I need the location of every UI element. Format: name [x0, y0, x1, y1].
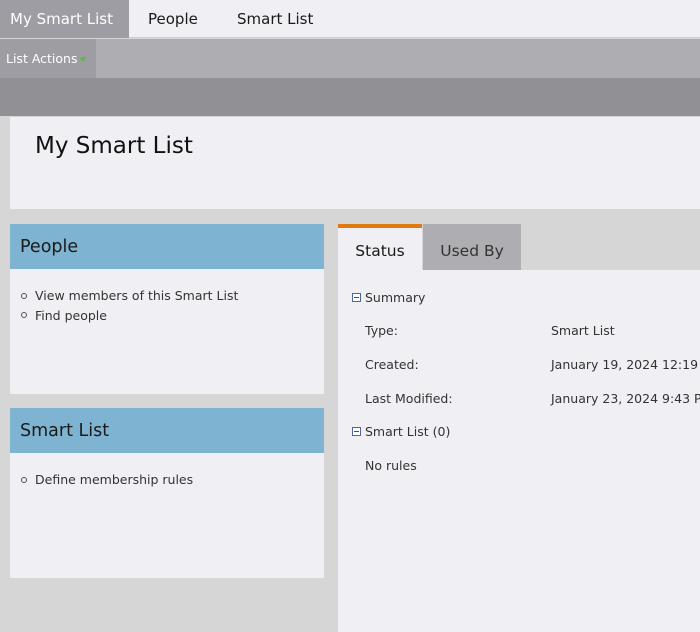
title-panel: My Smart List [10, 117, 700, 209]
tab-label: Used By [440, 242, 504, 260]
link-label: Define membership rules [35, 472, 194, 488]
list-actions-button[interactable]: List Actions [0, 39, 96, 78]
no-rules-text: No rules [365, 458, 417, 473]
define-membership-rules-link[interactable]: Define membership rules [21, 470, 324, 490]
detail-panel: Status Used By Summary Type: Smart List … [338, 224, 700, 632]
last-modified-label: Last Modified: [365, 391, 453, 406]
bullet-icon [21, 476, 27, 483]
link-label: Find people [35, 307, 107, 323]
last-modified-value: January 23, 2024 9:43 PM [551, 391, 700, 406]
section-heading: Summary [365, 290, 426, 305]
people-card-header: People [10, 224, 324, 269]
tab-label: People [148, 10, 198, 28]
people-card: People View members of this Smart List F… [10, 224, 324, 394]
tab-label: Smart List [237, 10, 314, 28]
detail-tab-bar: Status Used By [338, 224, 700, 270]
type-value: Smart List [551, 323, 615, 338]
tab-label: My Smart List [10, 10, 113, 28]
section-heading: Smart List (0) [365, 424, 451, 439]
view-members-link[interactable]: View members of this Smart List [21, 286, 324, 306]
collapse-icon [352, 293, 361, 302]
smart-list-card-header: Smart List [10, 408, 324, 453]
bullet-icon [21, 292, 27, 299]
list-actions-label: List Actions [6, 51, 78, 66]
people-action-list: View members of this Smart List Find peo… [10, 269, 324, 325]
page-title: My Smart List [35, 133, 193, 159]
tab-people[interactable]: People [148, 0, 198, 38]
smart-list-card: Smart List Define membership rules [10, 408, 324, 578]
dropdown-arrow-icon [79, 57, 88, 62]
header-band [0, 78, 700, 116]
smart-list-section-toggle[interactable]: Smart List (0) [352, 424, 450, 439]
tab-smart-list[interactable]: Smart List [237, 0, 313, 38]
tab-used-by[interactable]: Used By [423, 224, 521, 270]
created-label: Created: [365, 357, 419, 372]
tab-label: Status [355, 242, 405, 260]
find-people-link[interactable]: Find people [21, 306, 324, 326]
created-value: January 19, 2024 12:19 PM [551, 357, 700, 372]
smart-list-action-list: Define membership rules [10, 453, 324, 490]
tab-status[interactable]: Status [338, 224, 422, 270]
collapse-icon [352, 427, 361, 436]
toolbar: List Actions [0, 39, 700, 78]
type-label: Type: [365, 323, 398, 338]
link-label: View members of this Smart List [35, 288, 239, 304]
summary-section-toggle[interactable]: Summary [352, 290, 425, 305]
card-title: People [20, 236, 79, 257]
card-title: Smart List [20, 420, 110, 441]
tab-my-smart-list[interactable]: My Smart List [0, 0, 129, 38]
bullet-icon [21, 312, 27, 319]
top-tab-bar: My Smart List People Smart List [0, 0, 700, 38]
